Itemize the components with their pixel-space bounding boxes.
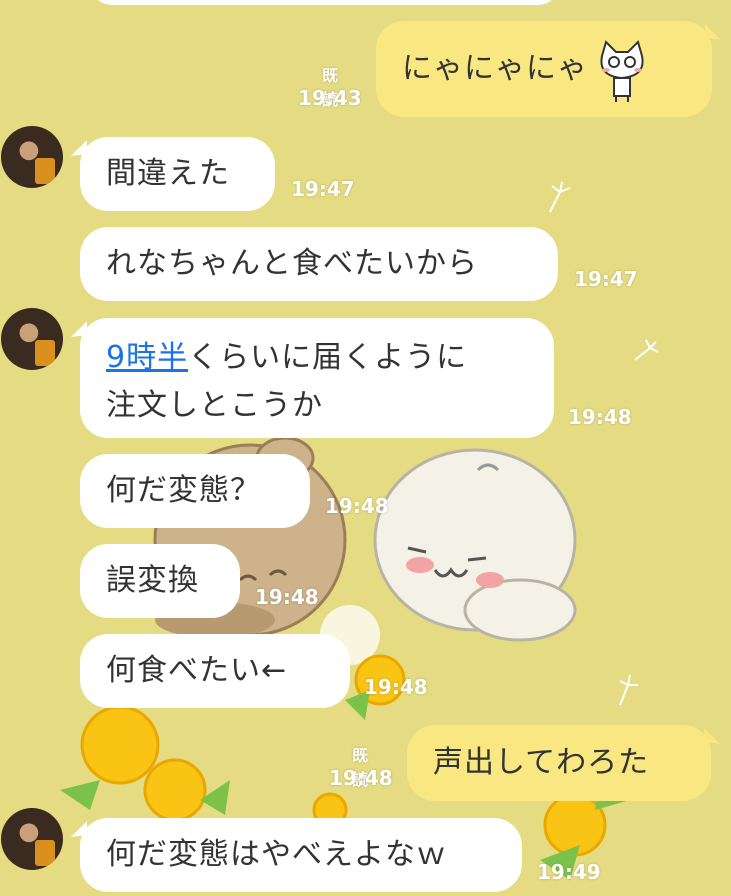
message-text: 何だ変態はやべえよなｗ	[106, 837, 447, 872]
message-text: 声出してわろた	[433, 745, 650, 780]
cat-sticker-icon	[600, 40, 644, 102]
message-time: 19:48	[255, 585, 319, 609]
message-time: 19:47	[291, 177, 355, 201]
message-time: 19:48	[568, 405, 632, 429]
message-time: 19:48	[364, 675, 428, 699]
user-avatar[interactable]	[1, 308, 63, 370]
message-bubble[interactable]: にゃにゃにゃ	[376, 21, 721, 117]
message-time: 19:47	[574, 267, 638, 291]
message-bubble[interactable]: れなちゃんと食べたいから	[80, 227, 558, 301]
message-time: 19:43	[298, 86, 362, 110]
time-link[interactable]: 9時半	[106, 340, 188, 375]
user-avatar[interactable]	[1, 126, 63, 188]
message-text-line2: 注文しとこうか	[106, 388, 323, 423]
message-time: 19:48	[329, 766, 393, 790]
message-bubble[interactable]: 何だ変態はやべえよなｗ	[71, 818, 522, 892]
message-text: くらいに届くように	[188, 340, 468, 375]
white-character-illustration	[373, 448, 577, 642]
message-bubble[interactable]: 誤変換	[80, 544, 240, 618]
message-text: 何だ変態？	[106, 473, 261, 508]
user-avatar[interactable]	[1, 808, 63, 870]
message-bubble[interactable]: 何食べたい←	[80, 634, 350, 708]
message-bubble[interactable]: 間違えた	[71, 137, 275, 211]
message-time: 19:48	[325, 494, 389, 518]
message-text: れなちゃんと食べたいから	[106, 246, 478, 281]
message-text: 何食べたい←	[106, 653, 288, 688]
message-text: 間違えた	[106, 156, 230, 191]
message-bubble[interactable]: 何だ変態？	[80, 454, 310, 528]
message-bubble[interactable]: 9時半くらいに届くように 注文しとこうか	[71, 318, 554, 438]
message-text: にゃにゃにゃ	[402, 51, 588, 86]
message-text: 誤変換	[106, 563, 199, 598]
message-bubble[interactable]: 声出してわろた	[407, 725, 720, 801]
message-time: 19:49	[537, 860, 601, 884]
